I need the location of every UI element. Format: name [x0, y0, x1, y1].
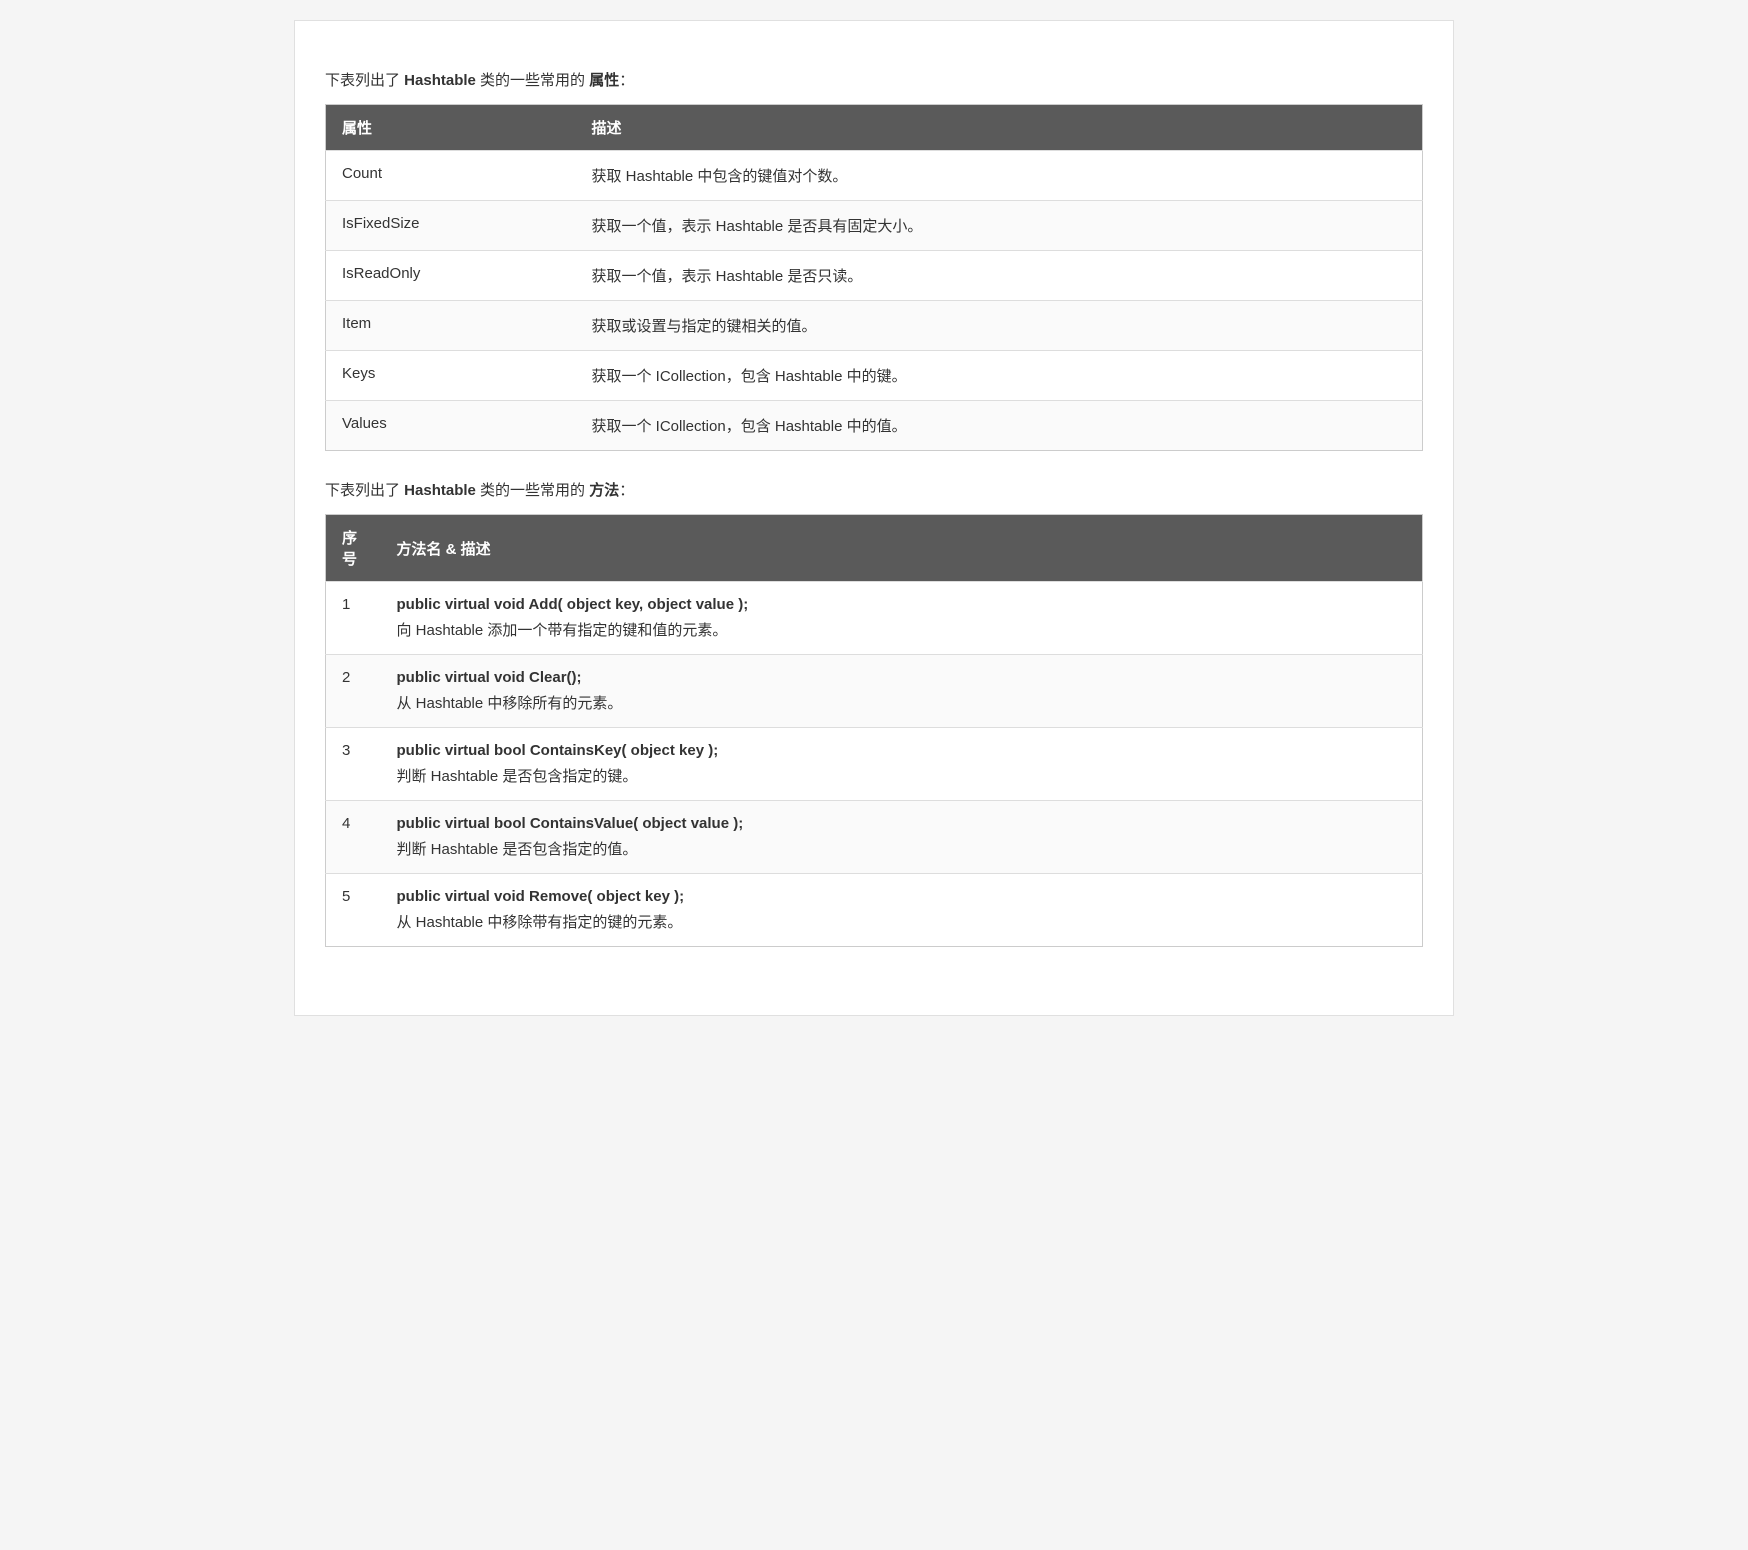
- method-details: public virtual void Add( object key, obj…: [381, 582, 1423, 655]
- method-details: public virtual void Clear(); 从 Hashtable…: [381, 655, 1423, 728]
- methods-header-row: 序号 方法名 & 描述: [326, 515, 1423, 582]
- method-details: public virtual void Remove( object key )…: [381, 874, 1423, 947]
- method-signature: public virtual void Clear();: [397, 669, 1407, 686]
- method-description: 从 Hashtable 中移除所有的元素。: [397, 695, 623, 712]
- method-description: 判断 Hashtable 是否包含指定的键。: [397, 768, 638, 785]
- table-row: Keys 获取一个 ICollection，包含 Hashtable 中的键。: [326, 351, 1423, 401]
- property-description: 获取 Hashtable 中包含的键值对个数。: [576, 151, 1423, 201]
- property-description: 获取或设置与指定的键相关的值。: [576, 301, 1423, 351]
- property-description: 获取一个值，表示 Hashtable 是否具有固定大小。: [576, 201, 1423, 251]
- method-signature: public virtual bool ContainsValue( objec…: [397, 815, 1407, 832]
- method-seq: 1: [326, 582, 381, 655]
- property-description: 获取一个 ICollection，包含 Hashtable 中的值。: [576, 401, 1423, 451]
- table-row: IsReadOnly 获取一个值，表示 Hashtable 是否只读。: [326, 251, 1423, 301]
- property-name: Count: [326, 151, 576, 201]
- methods-col-seq: 序号: [326, 515, 381, 582]
- method-seq: 5: [326, 874, 381, 947]
- property-description: 获取一个 ICollection，包含 Hashtable 中的键。: [576, 351, 1423, 401]
- method-signature: public virtual void Add( object key, obj…: [397, 596, 1407, 613]
- method-description: 从 Hashtable 中移除带有指定的键的元素。: [397, 914, 683, 931]
- method-seq: 3: [326, 728, 381, 801]
- method-signature: public virtual void Remove( object key )…: [397, 888, 1407, 905]
- property-description: 获取一个值，表示 Hashtable 是否只读。: [576, 251, 1423, 301]
- method-seq: 2: [326, 655, 381, 728]
- property-name: Item: [326, 301, 576, 351]
- property-name: IsFixedSize: [326, 201, 576, 251]
- method-signature: public virtual bool ContainsKey( object …: [397, 742, 1407, 759]
- table-row: Count 获取 Hashtable 中包含的键值对个数。: [326, 151, 1423, 201]
- methods-intro: 下表列出了 Hashtable 类的一些常用的 方法：: [325, 479, 1423, 500]
- page-container: 下表列出了 Hashtable 类的一些常用的 属性： 属性 描述 Count …: [294, 20, 1454, 1016]
- table-row: 3 public virtual bool ContainsKey( objec…: [326, 728, 1423, 801]
- method-seq: 4: [326, 801, 381, 874]
- table-row: 1 public virtual void Add( object key, o…: [326, 582, 1423, 655]
- properties-col-name: 属性: [326, 105, 576, 151]
- properties-col-desc: 描述: [576, 105, 1423, 151]
- table-row: 4 public virtual bool ContainsValue( obj…: [326, 801, 1423, 874]
- method-description: 向 Hashtable 添加一个带有指定的键和值的元素。: [397, 622, 728, 639]
- table-row: Values 获取一个 ICollection，包含 Hashtable 中的值…: [326, 401, 1423, 451]
- table-row: IsFixedSize 获取一个值，表示 Hashtable 是否具有固定大小。: [326, 201, 1423, 251]
- table-row: 5 public virtual void Remove( object key…: [326, 874, 1423, 947]
- method-description: 判断 Hashtable 是否包含指定的值。: [397, 841, 638, 858]
- property-name: IsReadOnly: [326, 251, 576, 301]
- methods-col-desc: 方法名 & 描述: [381, 515, 1423, 582]
- method-details: public virtual bool ContainsKey( object …: [381, 728, 1423, 801]
- table-row: Item 获取或设置与指定的键相关的值。: [326, 301, 1423, 351]
- table-row: 2 public virtual void Clear(); 从 Hashtab…: [326, 655, 1423, 728]
- methods-table: 序号 方法名 & 描述 1 public virtual void Add( o…: [325, 514, 1423, 947]
- properties-table: 属性 描述 Count 获取 Hashtable 中包含的键值对个数。 IsFi…: [325, 104, 1423, 451]
- property-name: Values: [326, 401, 576, 451]
- method-details: public virtual bool ContainsValue( objec…: [381, 801, 1423, 874]
- properties-header-row: 属性 描述: [326, 105, 1423, 151]
- properties-intro: 下表列出了 Hashtable 类的一些常用的 属性：: [325, 69, 1423, 90]
- property-name: Keys: [326, 351, 576, 401]
